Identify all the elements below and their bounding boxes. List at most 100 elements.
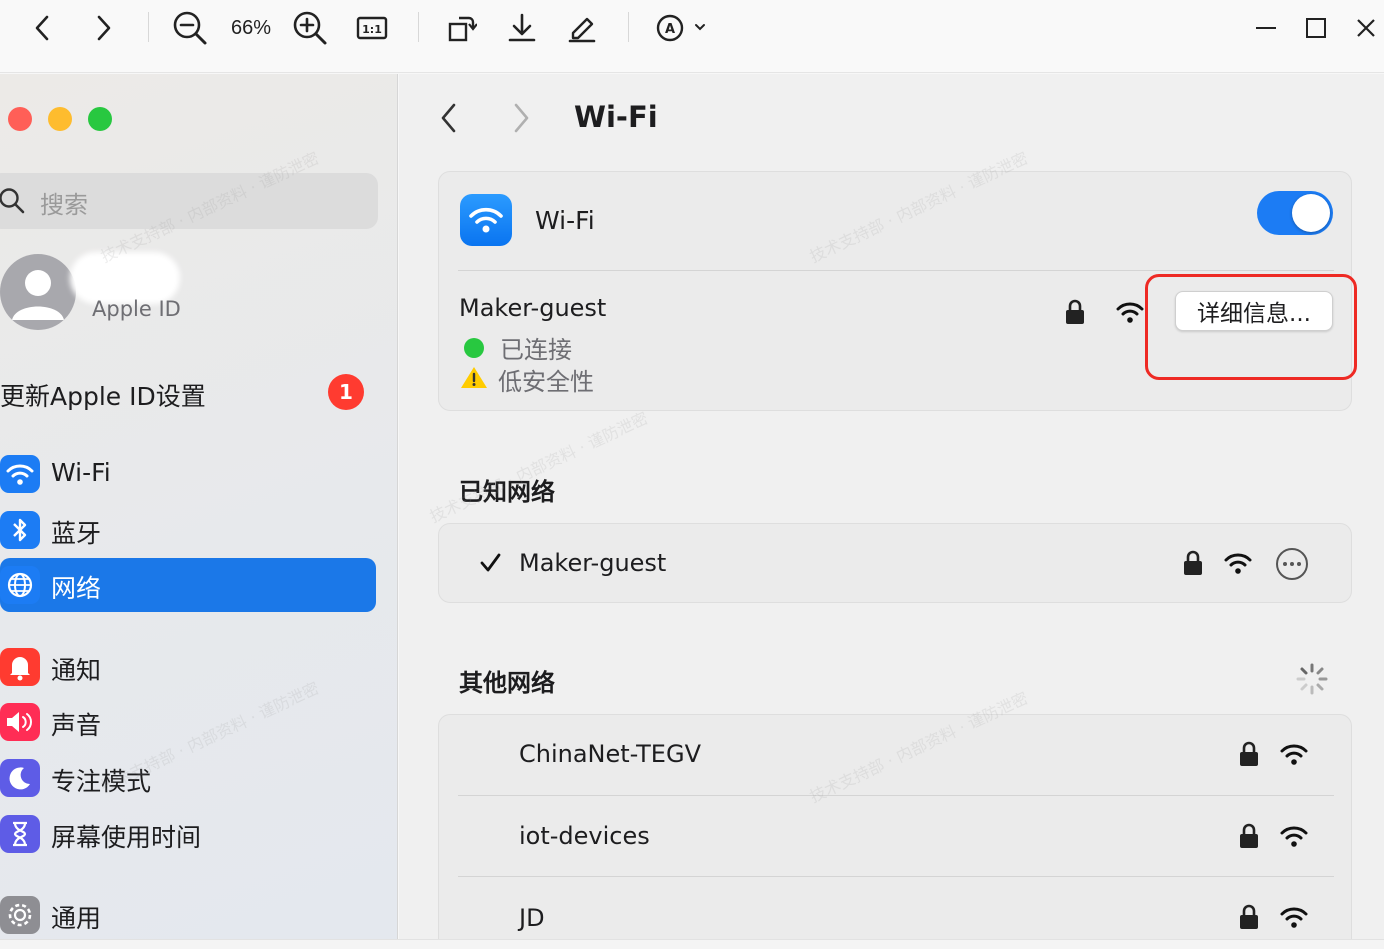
toolbar-divider: [418, 12, 419, 42]
wifi-signal-icon: [1223, 551, 1253, 579]
list-item[interactable]: JD: [439, 877, 1351, 939]
sidebar-item-wifi[interactable]: Wi-Fi: [0, 447, 376, 501]
minimize-icon[interactable]: [1246, 8, 1286, 48]
download-icon[interactable]: [502, 8, 542, 48]
loading-spinner-icon: [1295, 662, 1329, 700]
wifi-signal-icon: [1279, 824, 1309, 852]
sidebar-item-bluetooth[interactable]: 蓝牙: [0, 503, 376, 557]
sidebar-item-focus[interactable]: 专注模式: [0, 751, 376, 805]
back-icon[interactable]: [22, 8, 62, 48]
sidebar: 搜索 Apple ID 更新Apple ID设置 1 Wi-Fi 蓝牙 网络 通…: [0, 74, 398, 939]
lock-icon: [1239, 903, 1259, 935]
other-networks-list: ChinaNet-TEGV iot-devices JD: [438, 714, 1352, 939]
notification-badge: 1: [328, 374, 364, 410]
update-apple-id-label: 更新Apple ID设置: [0, 382, 206, 411]
checkmark-icon: [479, 552, 501, 578]
lock-icon: [1239, 822, 1259, 854]
connected-dot-icon: [464, 337, 484, 358]
sidebar-item-label: 声音: [51, 711, 102, 740]
wifi-icon: [0, 455, 40, 493]
toolbar-divider: [148, 12, 149, 42]
security-text: 低安全性: [498, 368, 594, 396]
nav-forward-icon[interactable]: [511, 102, 531, 138]
globe-icon: [0, 566, 40, 604]
wifi-signal-icon: [1279, 905, 1309, 933]
apple-id-label[interactable]: Apple ID: [92, 297, 181, 321]
sidebar-item-network[interactable]: 网络: [0, 558, 376, 612]
wifi-card: Wi-Fi Maker-guest 已连接 低安全性 详细信息...: [438, 171, 1357, 411]
sidebar-item-label: 网络: [51, 574, 102, 603]
gear-icon: [0, 896, 40, 934]
bluetooth-icon: [0, 511, 40, 549]
window-close-button[interactable]: [8, 107, 32, 131]
zoom-in-icon[interactable]: [290, 8, 330, 48]
more-options-icon[interactable]: [1275, 547, 1309, 585]
svg-text:A: A: [665, 22, 675, 37]
sidebar-item-general[interactable]: 通用: [0, 888, 376, 939]
edit-icon[interactable]: [562, 8, 602, 48]
page-title: Wi-Fi: [574, 100, 658, 134]
wifi-toggle[interactable]: [1257, 191, 1333, 235]
rotate-icon[interactable]: [442, 8, 482, 48]
security-status: 低安全性: [460, 362, 594, 397]
lock-icon: [1183, 549, 1203, 581]
lock-icon: [1065, 298, 1085, 330]
main-pane: Wi-Fi Wi-Fi Maker-guest 已连接 低安全性 详细信息...…: [399, 74, 1384, 939]
warning-icon: [460, 365, 488, 395]
sidebar-item-notifications[interactable]: 通知: [0, 640, 376, 694]
speaker-icon: [0, 703, 40, 741]
markup-icon[interactable]: A: [652, 8, 710, 48]
nav-back-icon[interactable]: [439, 102, 459, 138]
zoom-level[interactable]: 66%: [222, 8, 280, 48]
avatar[interactable]: [0, 254, 76, 330]
wifi-label: Wi-Fi: [535, 206, 595, 235]
close-icon[interactable]: [1346, 8, 1384, 48]
other-networks-title: 其他网络: [459, 669, 555, 697]
divider: [458, 270, 1334, 271]
toolbar-divider: [628, 12, 629, 42]
sidebar-item-screen-time[interactable]: 屏幕使用时间: [0, 807, 376, 861]
svg-text:1:1: 1:1: [362, 23, 382, 36]
redacted-account-name: [76, 258, 174, 298]
sidebar-item-label: 专注模式: [51, 767, 152, 796]
wifi-signal-icon: [1115, 300, 1145, 328]
toggle-knob: [1292, 194, 1330, 232]
watermark: 技术支持部 · 内部资料 · 谨防泄密: [426, 408, 652, 527]
viewer-bottom-bar: [0, 939, 1384, 949]
system-settings-window: 搜索 Apple ID 更新Apple ID设置 1 Wi-Fi 蓝牙 网络 通…: [0, 74, 1384, 939]
zoom-out-icon[interactable]: [170, 8, 210, 48]
network-name: Maker-guest: [519, 549, 667, 577]
hourglass-icon: [0, 815, 40, 853]
zoom-level-text: 66%: [230, 16, 272, 39]
moon-icon: [0, 759, 40, 797]
network-name: ChinaNet-TEGV: [519, 740, 701, 768]
search-icon: [0, 187, 26, 219]
sidebar-item-label: 屏幕使用时间: [51, 823, 202, 852]
maximize-icon[interactable]: [1296, 8, 1336, 48]
known-networks-title: 已知网络: [459, 478, 555, 506]
sidebar-item-label: 通用: [51, 904, 102, 933]
list-item[interactable]: Maker-guest: [439, 524, 1351, 602]
current-network-name: Maker-guest: [459, 294, 607, 322]
lock-icon: [1239, 740, 1259, 772]
annotation-highlight-box: [1145, 274, 1357, 380]
connected-text: 已连接: [500, 336, 572, 364]
forward-icon[interactable]: [84, 8, 124, 48]
list-item[interactable]: ChinaNet-TEGV: [439, 715, 1351, 795]
sidebar-item-label: Wi-Fi: [51, 458, 111, 487]
actual-size-icon[interactable]: 1:1: [352, 8, 392, 48]
window-zoom-button[interactable]: [88, 107, 112, 131]
search-field[interactable]: 搜索: [0, 173, 378, 229]
network-name: JD: [519, 904, 545, 932]
sidebar-item-sound[interactable]: 声音: [0, 695, 376, 749]
wifi-icon: [460, 194, 512, 246]
list-item[interactable]: iot-devices: [439, 796, 1351, 876]
wifi-signal-icon: [1279, 742, 1309, 770]
network-name: iot-devices: [519, 822, 650, 850]
viewer-toolbar: 66% 1:1 A: [0, 0, 1384, 73]
update-apple-id-row[interactable]: 更新Apple ID设置 1: [0, 372, 378, 416]
sidebar-item-label: 通知: [51, 656, 102, 685]
window-minimize-button[interactable]: [48, 107, 72, 131]
bell-icon: [0, 648, 40, 686]
search-placeholder: 搜索: [40, 191, 88, 219]
